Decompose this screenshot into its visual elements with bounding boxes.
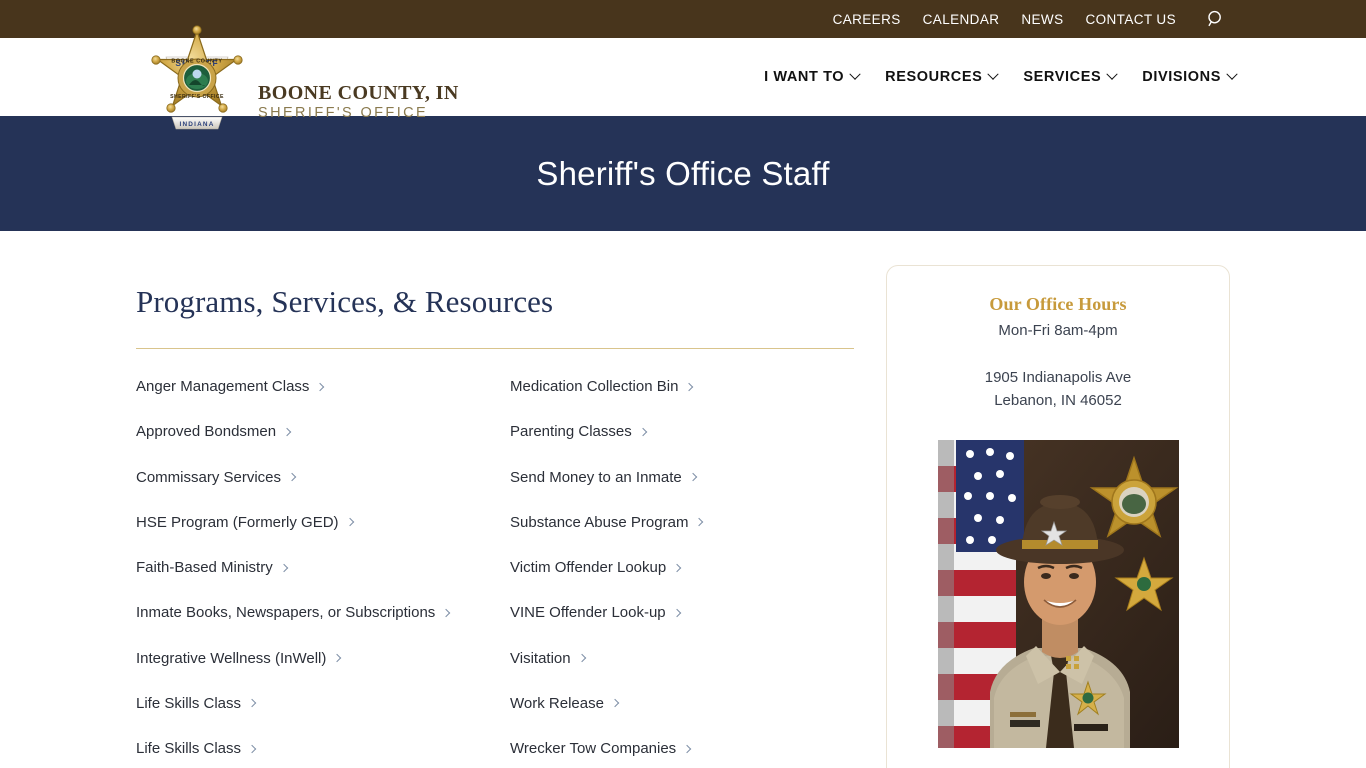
- program-link-label: Commissary Services: [136, 468, 282, 486]
- program-link-label: Integrative Wellness (InWell): [136, 649, 327, 667]
- chevron-down-icon: [849, 68, 861, 80]
- topbar-link-contact-us[interactable]: CONTACT US: [1085, 12, 1176, 27]
- program-link-label: VINE Offender Look-up: [510, 604, 666, 622]
- address-line-2: Lebanon, IN 46052: [994, 392, 1122, 410]
- program-link-label: Faith-Based Ministry: [136, 559, 273, 577]
- chevron-right-icon: [577, 653, 586, 663]
- chevron-right-icon: [610, 699, 620, 708]
- chevron-right-icon: [247, 744, 257, 753]
- sheriff-portrait-photo: [937, 439, 1179, 748]
- search-icon[interactable]: [1206, 9, 1226, 29]
- svg-text:INDIANA: INDIANA: [179, 121, 214, 128]
- main-column: Programs, Services, & Resources Anger Ma…: [136, 231, 854, 768]
- chevron-down-icon: [1226, 68, 1238, 80]
- chevron-right-icon: [695, 518, 704, 527]
- program-link-label: Life Skills Class: [136, 694, 242, 712]
- address-line-1: 1905 Indianapolis Ave: [984, 369, 1132, 386]
- program-link[interactable]: VINE Offender Look-up: [510, 601, 840, 624]
- office-hours-card: Our Office Hours Mon-Fri 8am-4pm 1905 In…: [886, 265, 1230, 768]
- program-link-label: Parenting Classes: [510, 423, 632, 441]
- chevron-right-icon: [672, 608, 681, 618]
- program-link[interactable]: Medication Collection Bin: [510, 375, 840, 398]
- chevron-right-icon: [316, 382, 325, 391]
- programs-links-right-column: Medication Collection Bin Parenting Class…: [510, 375, 854, 768]
- program-link[interactable]: Substance Abuse Program: [510, 511, 840, 534]
- section-heading: Programs, Services, & Resources: [136, 284, 554, 319]
- chevron-right-icon: [287, 472, 297, 482]
- program-link[interactable]: Approved Bondsmen: [136, 420, 466, 443]
- program-link[interactable]: Anger Management Class: [136, 375, 466, 398]
- page-title: Sheriff's Office Staff: [536, 154, 830, 192]
- chevron-right-icon: [672, 563, 682, 572]
- program-link[interactable]: Inmate Books, Newspapers, or Subscriptio…: [136, 601, 466, 624]
- program-link-label: Substance Abuse Program: [510, 513, 689, 531]
- sheriff-star-badge-icon: SHERIFF BOONE COUNTY SHERIFF'S OFFICE IN…: [148, 23, 246, 139]
- topbar-link-careers[interactable]: CAREERS: [833, 12, 901, 27]
- top-utility-links: CAREERS CALENDAR NEWS CONTACT US: [833, 9, 1226, 29]
- chevron-right-icon: [682, 744, 692, 753]
- program-link-label: Victim Offender Lookup: [510, 559, 667, 577]
- program-link[interactable]: Integrative Wellness (InWell): [136, 647, 466, 670]
- chevron-down-icon: [1106, 68, 1118, 80]
- sidebar-column: Our Office Hours Mon-Fri 8am-4pm 1905 In…: [886, 231, 1230, 768]
- program-link[interactable]: Send Money to an Inmate: [510, 466, 840, 489]
- program-link-label: Wrecker Tow Companies: [510, 740, 677, 758]
- card-title: Our Office Hours: [989, 294, 1127, 314]
- program-link[interactable]: Visitation: [510, 647, 840, 670]
- nav-label: DIVISIONS: [1142, 69, 1221, 85]
- page-content: Programs, Services, & Resources Anger Ma…: [0, 231, 1366, 768]
- brand-text: BOONE COUNTY, IN SHERIFF'S OFFICE: [258, 39, 459, 123]
- program-link[interactable]: Life Skills Class: [136, 737, 466, 760]
- program-link[interactable]: Victim Offender Lookup: [510, 556, 840, 579]
- program-link-label: Anger Management Class: [136, 378, 310, 396]
- program-link-label: Approved Bondsmen: [136, 423, 277, 441]
- nav-item-i-want-to[interactable]: I WANT TO: [764, 68, 861, 85]
- programs-links-grid: Anger Management Class Approved Bondsmen C…: [136, 375, 854, 768]
- program-link[interactable]: Commissary Services: [136, 466, 466, 489]
- nav-item-divisions[interactable]: DIVISIONS: [1142, 68, 1238, 85]
- chevron-right-icon: [282, 427, 292, 437]
- program-link-label: Medication Collection Bin: [510, 378, 679, 396]
- chevron-right-icon: [279, 563, 288, 572]
- brand-logo-link[interactable]: SHERIFF BOONE COUNTY SHERIFF'S OFFICE IN…: [148, 23, 459, 139]
- chevron-right-icon: [333, 653, 342, 663]
- program-link-label: Life Skills Class: [136, 740, 242, 758]
- nav-item-services[interactable]: SERVICES: [1023, 68, 1118, 85]
- chevron-right-icon: [247, 699, 257, 708]
- program-link-label: Send Money to an Inmate: [510, 468, 682, 486]
- program-link[interactable]: Faith-Based Ministry: [136, 556, 466, 579]
- svg-text:BOONE COUNTY: BOONE COUNTY: [171, 59, 222, 65]
- program-link[interactable]: Life Skills Class: [136, 692, 466, 715]
- chevron-right-icon: [442, 608, 451, 618]
- site-header: SHERIFF BOONE COUNTY SHERIFF'S OFFICE IN…: [0, 25, 1366, 130]
- chevron-right-icon: [685, 382, 694, 391]
- main-navigation: I WANT TO RESOURCES SERVICES DIVISIONS: [764, 38, 1238, 116]
- program-link-label: Work Release: [510, 694, 604, 712]
- chevron-right-icon: [638, 427, 647, 437]
- nav-label: RESOURCES: [885, 69, 983, 85]
- program-link-label: Visitation: [510, 649, 571, 667]
- office-address: 1905 Indianapolis Ave Lebanon, IN 46052: [909, 366, 1207, 413]
- nav-label: SERVICES: [1023, 69, 1102, 85]
- chevron-right-icon: [345, 518, 354, 527]
- program-link[interactable]: Work Release: [510, 692, 840, 715]
- brand-title-line2: SHERIFF'S OFFICE: [258, 105, 429, 122]
- chevron-right-icon: [688, 472, 698, 482]
- office-hours-text: Mon-Fri 8am-4pm: [998, 322, 1118, 339]
- svg-text:SHERIFF'S OFFICE: SHERIFF'S OFFICE: [170, 94, 224, 100]
- heading-divider: [136, 348, 854, 350]
- program-link-label: HSE Program (Formerly GED): [136, 513, 339, 531]
- program-link[interactable]: Wrecker Tow Companies: [510, 737, 840, 760]
- nav-item-resources[interactable]: RESOURCES: [885, 68, 1000, 85]
- program-link[interactable]: Parenting Classes: [510, 420, 840, 443]
- brand-title-line1: BOONE COUNTY, IN: [258, 82, 459, 105]
- topbar-link-news[interactable]: NEWS: [1021, 12, 1063, 27]
- nav-label: I WANT TO: [764, 69, 845, 85]
- program-link-label: Inmate Books, Newspapers, or Subscriptio…: [136, 604, 436, 622]
- chevron-down-icon: [987, 68, 1000, 80]
- program-link[interactable]: HSE Program (Formerly GED): [136, 511, 466, 534]
- topbar-link-calendar[interactable]: CALENDAR: [923, 12, 1000, 27]
- programs-links-left-column: Anger Management Class Approved Bondsmen C…: [136, 375, 510, 768]
